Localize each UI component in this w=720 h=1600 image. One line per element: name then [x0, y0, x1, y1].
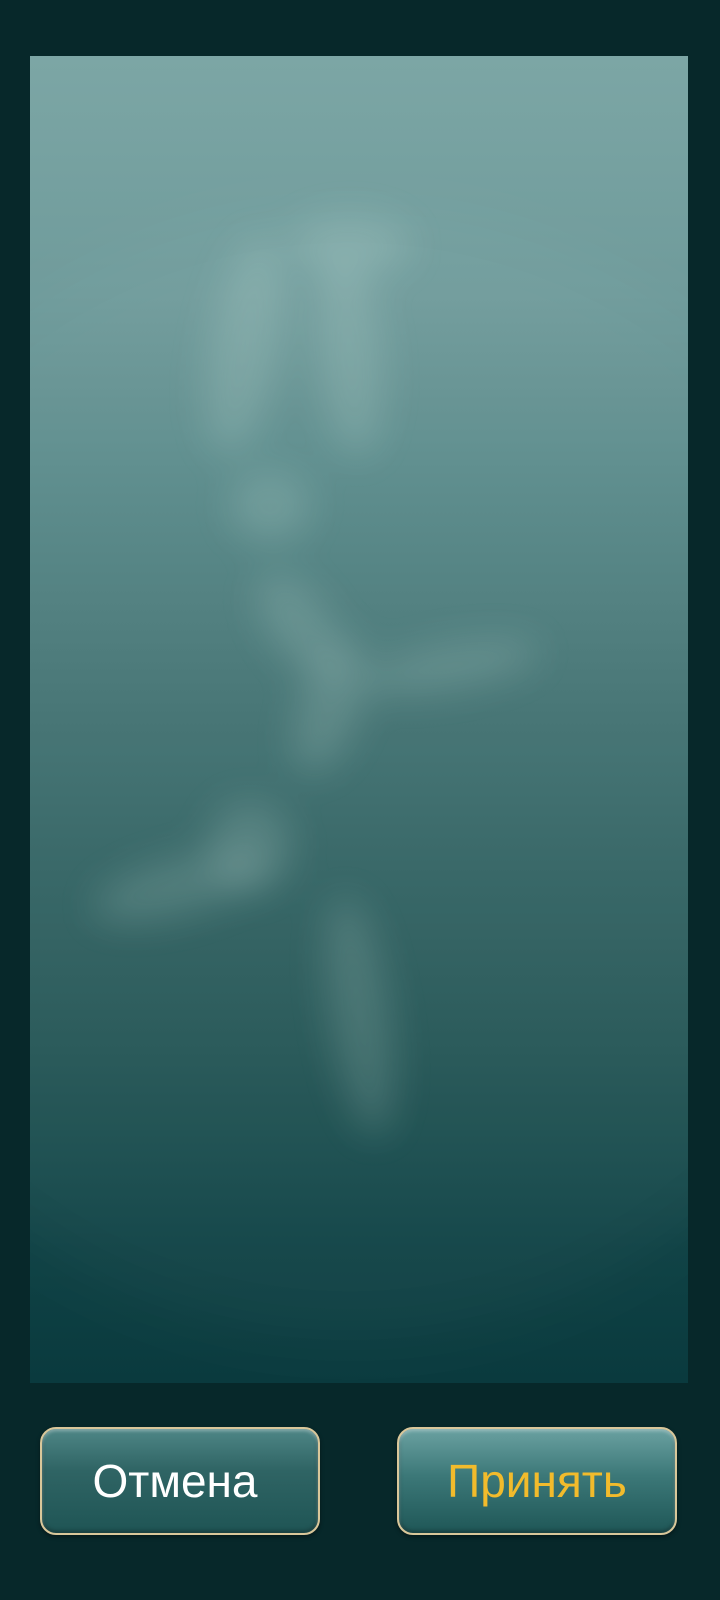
cancel-button[interactable]: Отмена	[40, 1427, 320, 1535]
accept-button-label: Принять	[447, 1455, 627, 1507]
flower-watermark-image	[92, 216, 539, 1135]
accept-button[interactable]: Принять	[397, 1427, 677, 1535]
wallpaper-picker-screen: Отмена Принять	[0, 0, 720, 1600]
wallpaper-preview	[30, 56, 688, 1383]
cancel-button-label: Отмена	[92, 1455, 258, 1507]
